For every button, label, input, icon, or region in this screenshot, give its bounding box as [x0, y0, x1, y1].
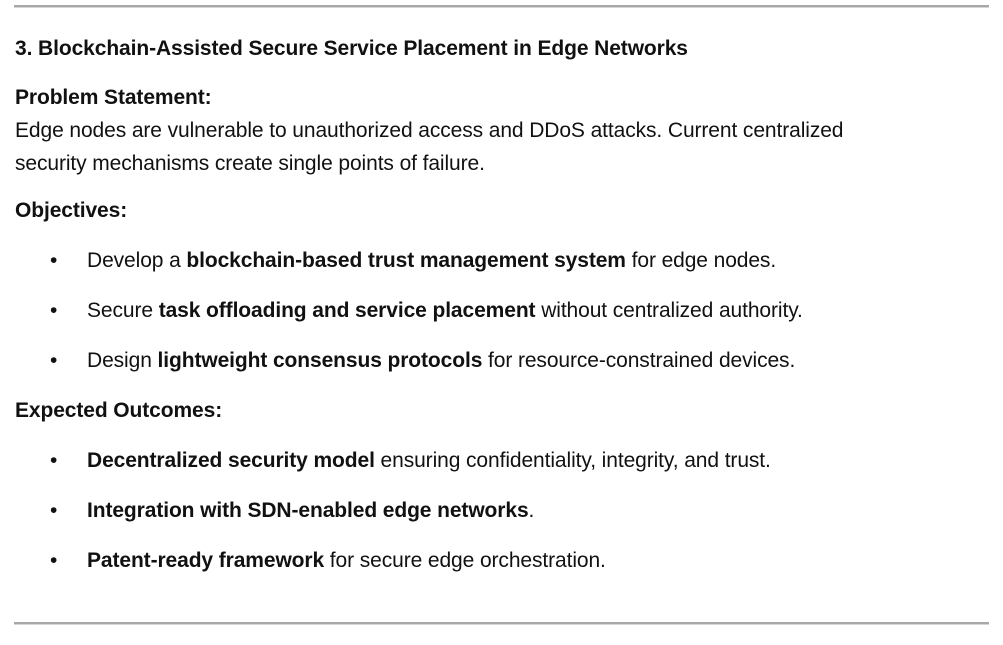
objective-text-prefix: Secure: [87, 299, 159, 322]
outcome-text-bold: Integration with SDN-enabled edge networ…: [87, 499, 529, 522]
section-title: 3. Blockchain-Assisted Secure Service Pl…: [15, 37, 688, 60]
objective-text-suffix: without centralized authority.: [535, 299, 803, 322]
bottom-horizontal-rule: [14, 622, 989, 625]
bullet-icon: •: [50, 549, 58, 572]
list-item: • Develop a blockchain-based trust manage…: [15, 246, 990, 276]
problem-statement-line-2: security mechanisms create single points…: [15, 152, 485, 175]
problem-statement-heading: Problem Statement:: [15, 86, 212, 109]
bullet-icon: •: [50, 349, 58, 372]
list-item: • Decentralized security model ensuring c…: [15, 446, 990, 476]
outcome-text-bold: Decentralized security model: [87, 449, 375, 472]
objective-text-suffix: for edge nodes.: [625, 249, 777, 272]
problem-statement-line-1: Edge nodes are vulnerable to unauthorize…: [15, 119, 844, 142]
outcome-text-bold: Patent-ready framework: [87, 549, 325, 572]
top-horizontal-rule: [14, 5, 989, 8]
outcome-text-suffix: ensuring confidentiality, integrity, and…: [374, 449, 771, 472]
list-item: • Design lightweight consensus protocols …: [15, 346, 990, 376]
objective-text-bold: task offloading and service placement: [158, 299, 536, 322]
outcome-text-suffix: .: [528, 499, 535, 522]
objectives-list: • Develop a blockchain-based trust manage…: [15, 246, 990, 376]
bullet-icon: •: [50, 299, 58, 322]
objectives-heading: Objectives:: [15, 199, 128, 222]
list-item: • Integration with SDN-enabled edge netwo…: [15, 496, 990, 526]
outcome-text-suffix: for secure edge orchestration.: [324, 549, 606, 572]
expected-outcomes-heading: Expected Outcomes:: [15, 399, 223, 422]
objective-text-suffix: for resource-constrained devices.: [482, 349, 796, 372]
bullet-icon: •: [50, 249, 58, 272]
bullet-icon: •: [50, 449, 58, 472]
document-section: 3. Blockchain-Assisted Secure Service Pl…: [15, 34, 990, 576]
bullet-icon: •: [50, 499, 58, 522]
list-item: • Patent-ready framework for secure edge …: [15, 546, 990, 576]
objective-text-bold: blockchain-based trust management system: [186, 249, 626, 272]
outcomes-list: • Decentralized security model ensuring c…: [15, 446, 990, 576]
list-item: • Secure task offloading and service plac…: [15, 296, 990, 326]
objective-text-prefix: Design: [87, 349, 158, 372]
objective-text-bold: lightweight consensus protocols: [157, 349, 483, 372]
objective-text-prefix: Develop a: [87, 249, 187, 272]
